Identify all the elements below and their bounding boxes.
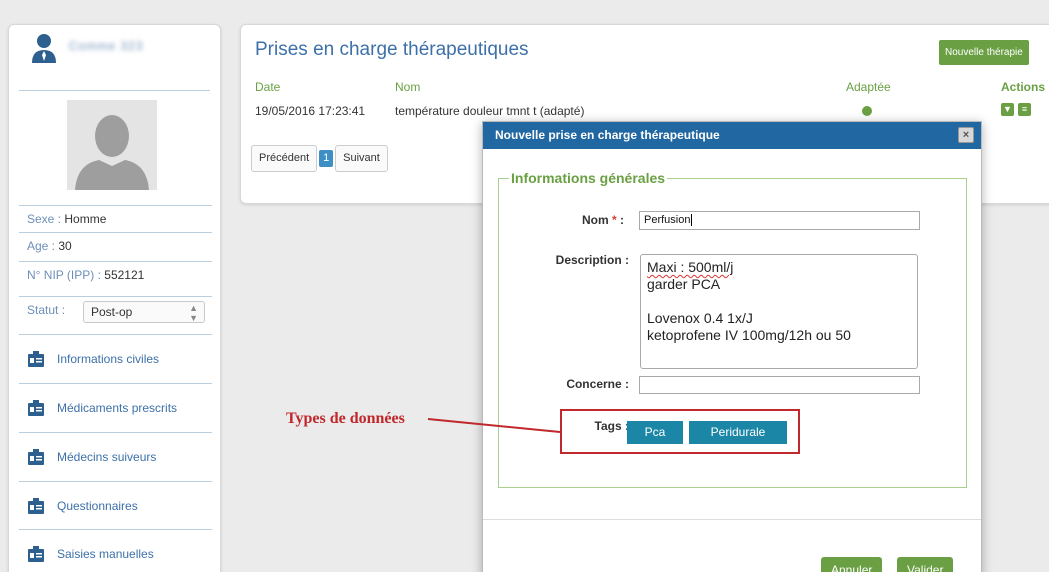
row-date: 19/05/2016 17:23:41 bbox=[255, 104, 366, 118]
nom-value: Perfusion bbox=[644, 214, 691, 226]
nip-row: N° NIP (IPP) : 552121 bbox=[19, 261, 212, 287]
column-header-date[interactable]: Date bbox=[255, 80, 280, 94]
id-card-icon bbox=[28, 497, 44, 514]
column-header-adaptee[interactable]: Adaptée bbox=[846, 80, 891, 94]
nav-label: Médicaments prescrits bbox=[57, 400, 178, 415]
required-mark: * bbox=[611, 213, 617, 227]
patient-header: Comme 323 bbox=[19, 25, 210, 91]
avatar-placeholder-icon bbox=[67, 100, 157, 190]
patient-name: Comme 323 bbox=[69, 39, 144, 53]
description-line-1: Maxi : 500ml/j bbox=[647, 259, 734, 275]
description-line-2: garder PCA bbox=[647, 276, 721, 292]
id-card-icon bbox=[28, 545, 44, 562]
nip-label: N° NIP (IPP) : bbox=[27, 268, 105, 282]
statut-select[interactable]: Post-op ▲ ▼ bbox=[83, 301, 205, 323]
cancel-button[interactable]: Annuler bbox=[821, 557, 883, 572]
sexe-label: Sexe : bbox=[27, 212, 65, 226]
nom-input[interactable]: Perfusion bbox=[639, 211, 920, 230]
description-line-5: ketoprofene IV 100mg/12h ou 50 bbox=[647, 327, 851, 343]
download-icon[interactable]: ▼ bbox=[1001, 103, 1014, 116]
patient-photo bbox=[67, 100, 157, 190]
age-label: Age : bbox=[27, 239, 59, 253]
fieldset-legend: Informations générales bbox=[509, 170, 668, 186]
id-card-icon bbox=[28, 399, 44, 416]
pagination: Précédent 1 Suivant bbox=[251, 145, 388, 172]
row-nom[interactable]: température douleur tmnt t (adapté) bbox=[395, 104, 584, 118]
new-therapy-modal: Nouvelle prise en charge thérapeutique ×… bbox=[482, 121, 982, 572]
description-textarea[interactable]: Maxi : 500ml/j garder PCA Lovenox 0.4 1x… bbox=[640, 254, 918, 369]
nav-medecins-suiveurs[interactable]: Médecins suiveurs bbox=[19, 432, 212, 480]
nav-informations-civiles[interactable]: Informations civiles bbox=[19, 334, 212, 382]
statut-label: Statut : bbox=[27, 303, 66, 317]
modal-footer: Annuler Valider bbox=[483, 519, 981, 572]
modal-title: Nouvelle prise en charge thérapeutique bbox=[495, 128, 720, 142]
nip-value: 552121 bbox=[104, 268, 145, 282]
patient-sidebar: Comme 323 Sexe : Homme Age : 30 N° NIP (… bbox=[8, 24, 221, 572]
nom-label: Nom * : bbox=[529, 213, 624, 227]
age-value: 30 bbox=[58, 239, 72, 253]
previous-page-button[interactable]: Précédent bbox=[251, 145, 318, 172]
column-header-nom[interactable]: Nom bbox=[395, 80, 420, 94]
statut-value: Post-op bbox=[91, 305, 133, 319]
select-arrows-icon: ▲ ▼ bbox=[189, 303, 198, 323]
nav-saisies-manuelles[interactable]: Saisies manuelles bbox=[19, 529, 212, 572]
nav-label: Questionnaires bbox=[57, 498, 138, 513]
nav-label: Informations civiles bbox=[57, 351, 160, 366]
annotation-label: Types de données bbox=[286, 410, 405, 427]
nav-medicaments-prescrits[interactable]: Médicaments prescrits bbox=[19, 383, 212, 431]
close-icon[interactable]: × bbox=[958, 127, 974, 143]
text-cursor bbox=[691, 214, 693, 226]
validate-button[interactable]: Valider bbox=[897, 557, 954, 572]
sexe-value: Homme bbox=[64, 212, 107, 226]
new-therapy-button[interactable]: Nouvelle thérapie bbox=[939, 40, 1029, 65]
user-icon bbox=[32, 34, 56, 63]
description-label: Description : bbox=[555, 253, 629, 267]
sexe-row: Sexe : Homme bbox=[19, 205, 212, 231]
nav-questionnaires[interactable]: Questionnaires bbox=[19, 481, 212, 529]
nav-label: Saisies manuelles bbox=[57, 546, 154, 561]
age-row: Age : 30 bbox=[19, 232, 212, 258]
edit-icon[interactable]: ≡ bbox=[1018, 103, 1031, 116]
page-1-button[interactable]: 1 bbox=[319, 150, 334, 167]
next-page-button[interactable]: Suivant bbox=[335, 145, 388, 172]
id-card-icon bbox=[28, 448, 44, 465]
nav-label: Médecins suiveurs bbox=[57, 449, 157, 464]
nom-label-text: Nom bbox=[581, 213, 609, 227]
page-title: Prises en charge thérapeutiques bbox=[255, 39, 529, 60]
adapted-status-icon bbox=[862, 106, 872, 116]
description-line-4: Lovenox 0.4 1x/J bbox=[647, 310, 753, 326]
nom-colon: : bbox=[620, 213, 624, 227]
modal-header: Nouvelle prise en charge thérapeutique × bbox=[483, 122, 981, 149]
column-header-actions: Actions bbox=[1001, 80, 1046, 94]
id-card-icon bbox=[28, 350, 44, 367]
statut-row: Statut : Post-op ▲ ▼ bbox=[19, 296, 212, 330]
concerne-label: Concerne : bbox=[566, 377, 629, 391]
annotation-highlight-box bbox=[560, 409, 800, 454]
concerne-input[interactable] bbox=[639, 376, 920, 394]
